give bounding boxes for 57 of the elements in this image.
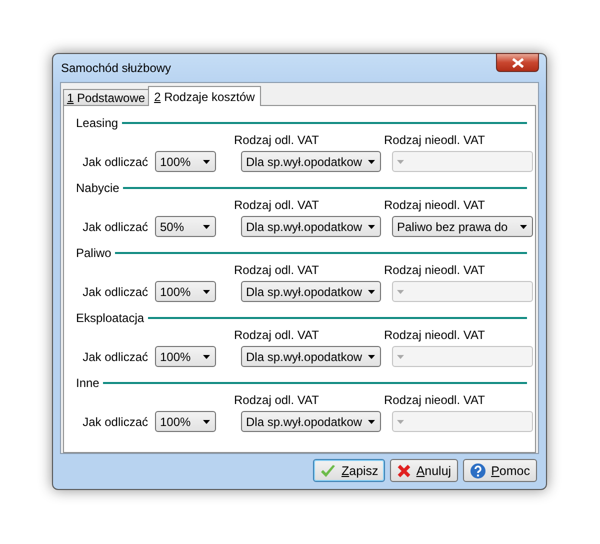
close-icon — [512, 58, 524, 68]
help-icon — [470, 462, 486, 478]
field-label: Jak odliczać — [82, 284, 148, 298]
caret-icon — [368, 354, 375, 358]
tab[interactable]: 2 Rodzaje kosztów — [148, 86, 261, 106]
field-label: Jak odliczać — [82, 350, 148, 364]
column-label: Rodzaj odl. VAT — [234, 133, 320, 147]
column-label: Rodzaj nieodl. VAT — [384, 393, 485, 407]
section-title: Nabycie — [76, 181, 120, 195]
caret-icon — [203, 290, 210, 294]
checkmark-icon — [320, 464, 336, 478]
dropdown[interactable]: Dla sp.wył.opodatkow — [241, 216, 381, 237]
field-label: Jak odliczać — [82, 154, 148, 168]
section-title: Leasing — [76, 116, 118, 130]
caret-icon — [520, 224, 527, 228]
section-title: Inne — [76, 376, 100, 390]
dropdown[interactable]: Dla sp.wył.opodatkow — [241, 281, 381, 302]
caret-icon — [368, 224, 375, 228]
column-label: Rodzaj odl. VAT — [234, 328, 320, 342]
field-label: Jak odliczać — [82, 414, 148, 428]
section-title: Paliwo — [76, 246, 112, 260]
column-label: Rodzaj nieodl. VAT — [384, 263, 485, 277]
caret-icon — [397, 290, 404, 294]
section-title: Eksploatacja — [76, 311, 144, 325]
field-label: Jak odliczać — [82, 220, 148, 234]
help-button[interactable]: Pomoc — [463, 459, 537, 482]
dropdown[interactable]: 100% — [155, 151, 216, 172]
dropdown[interactable]: Paliwo bez prawa do — [392, 216, 533, 237]
column-label: Rodzaj odl. VAT — [234, 198, 320, 212]
save-button[interactable]: Zapisz — [313, 459, 386, 482]
column-label: Rodzaj odl. VAT — [234, 393, 320, 407]
dropdown[interactable]: Dla sp.wył.opodatkow — [241, 411, 381, 432]
dropdown[interactable]: Dla sp.wył.opodatkow — [241, 346, 381, 367]
caret-icon — [368, 290, 375, 294]
caret-icon — [203, 420, 210, 424]
column-label: Rodzaj nieodl. VAT — [384, 133, 485, 147]
caret-icon — [203, 354, 210, 358]
caret-icon — [397, 420, 404, 424]
caret-icon — [368, 420, 375, 424]
close-button[interactable] — [496, 53, 539, 72]
window-title: Samochód służbowy — [60, 61, 172, 75]
dropdown[interactable]: 100% — [155, 346, 216, 367]
column-label: Rodzaj nieodl. VAT — [384, 198, 485, 212]
dropdown[interactable]: 50% — [155, 216, 216, 237]
dropdown[interactable]: 100% — [155, 281, 216, 302]
column-label: Rodzaj nieodl. VAT — [384, 328, 485, 342]
close-icon — [397, 464, 412, 478]
cancel-button[interactable]: Anuluj — [390, 459, 458, 482]
caret-icon — [203, 224, 210, 228]
caret-icon — [203, 160, 210, 164]
dropdown[interactable]: 100% — [155, 411, 216, 432]
caret-icon — [397, 354, 404, 358]
caret-icon — [368, 160, 375, 164]
caret-icon — [397, 160, 404, 164]
tab[interactable]: 1 Podstawowe — [63, 89, 150, 106]
dropdown[interactable]: Dla sp.wył.opodatkow — [241, 151, 381, 172]
column-label: Rodzaj odl. VAT — [234, 263, 320, 277]
